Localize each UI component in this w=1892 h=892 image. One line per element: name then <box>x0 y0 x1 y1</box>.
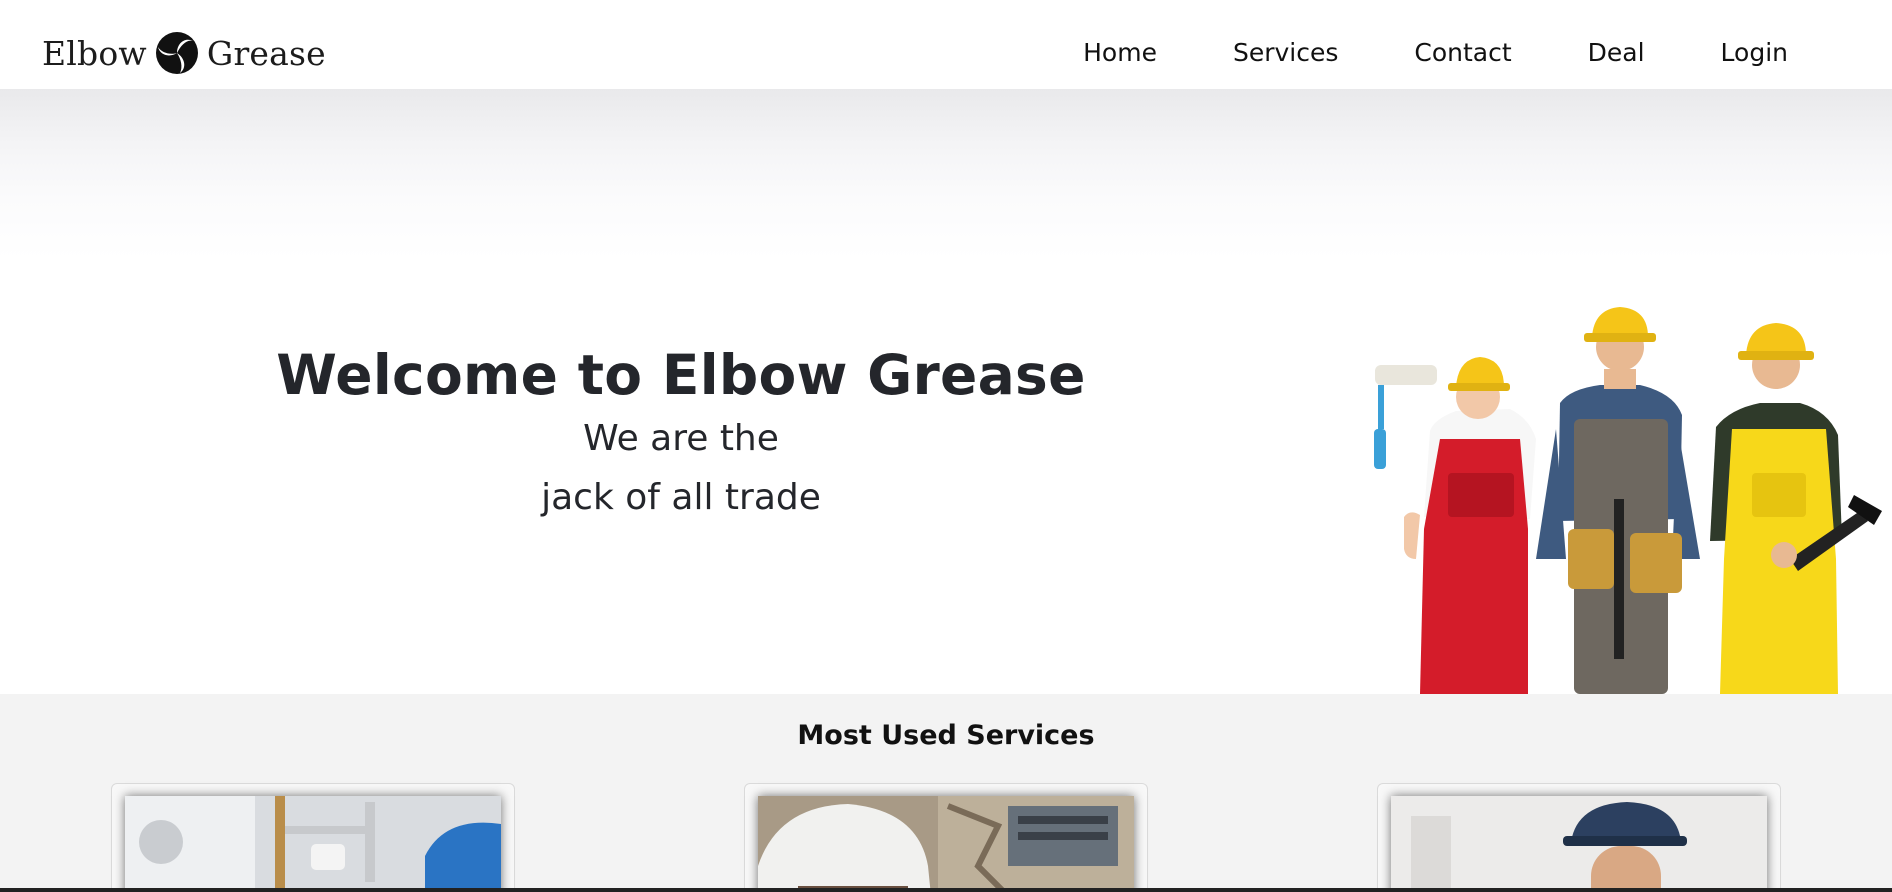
service-card-electrician[interactable] <box>744 783 1148 892</box>
brand-name-left: Elbow <box>42 33 147 73</box>
main-nav: Home Services Contact Deal Login <box>1007 38 1788 68</box>
plumbing-pipes-photo <box>125 796 501 892</box>
worker-plaid-shirt <box>1536 307 1700 694</box>
nav-login[interactable]: Login <box>1721 38 1788 68</box>
nav-contact[interactable]: Contact <box>1414 38 1511 68</box>
nav-deal[interactable]: Deal <box>1588 38 1645 68</box>
hero-text: Welcome to Elbow Grease We are the jack … <box>0 343 1362 525</box>
worker-yellow-overalls <box>1710 323 1882 694</box>
hero-subtitle-line1: We are the <box>583 418 779 459</box>
service-card-handyman[interactable] <box>1377 783 1781 892</box>
services-title: Most Used Services <box>797 720 1095 751</box>
hero-subtitle-line2: jack of all trade <box>541 477 821 518</box>
window-bottom-edge <box>0 888 1892 892</box>
workers-image <box>1374 307 1882 694</box>
electrician-helmet-photo <box>758 796 1134 892</box>
navbar: Elbow Grease Home Services Contact Deal … <box>0 0 1892 89</box>
nav-home[interactable]: Home <box>1083 38 1157 68</box>
worker-red-overalls <box>1374 357 1536 694</box>
swirl-logo-icon <box>155 32 198 74</box>
service-card-plumbing[interactable] <box>111 783 515 892</box>
hero-section: Welcome to Elbow Grease We are the jack … <box>0 89 1892 694</box>
brand-name-right: Grease <box>206 33 326 73</box>
nav-services[interactable]: Services <box>1233 38 1338 68</box>
hero-title: Welcome to Elbow Grease <box>276 343 1086 407</box>
brand-logo-link[interactable]: Elbow Grease <box>42 28 326 78</box>
handyman-cap-photo <box>1391 796 1767 892</box>
services-section: Most Used Services <box>0 694 1892 892</box>
